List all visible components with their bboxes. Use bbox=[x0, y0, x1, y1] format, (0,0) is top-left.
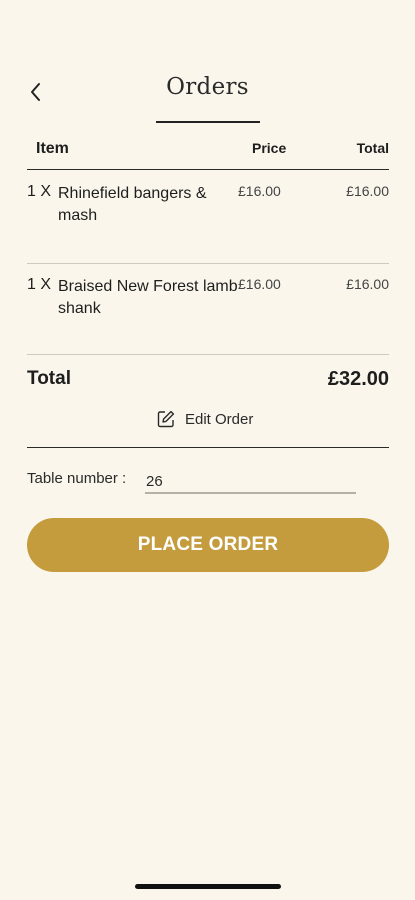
place-order-button[interactable]: PLACE ORDER bbox=[27, 518, 389, 572]
order-row-name: Braised New Forest lamb shank bbox=[58, 278, 238, 317]
order-row-total: £16.00 bbox=[346, 276, 389, 292]
order-row-qty: 1 X bbox=[27, 276, 52, 293]
divider bbox=[27, 263, 389, 264]
edit-order-label: Edit Order bbox=[185, 410, 254, 428]
table-number-input[interactable] bbox=[145, 470, 356, 494]
order-row-price: £16.00 bbox=[238, 276, 281, 292]
divider bbox=[27, 447, 389, 448]
divider bbox=[27, 354, 389, 355]
column-header-item: Item bbox=[36, 140, 69, 157]
total-value: £32.00 bbox=[327, 368, 389, 390]
table-number-label: Table number : bbox=[27, 470, 127, 487]
title-underline bbox=[156, 121, 260, 123]
column-header-total: Total bbox=[356, 140, 389, 156]
edit-icon bbox=[157, 410, 175, 428]
edit-order-button[interactable]: Edit Order bbox=[157, 410, 253, 428]
order-row-total: £16.00 bbox=[346, 183, 389, 199]
page-title: Orders bbox=[166, 74, 249, 100]
header: Orders bbox=[0, 60, 415, 130]
table-header: Item Price Total bbox=[27, 138, 389, 168]
column-header-price: Price bbox=[252, 140, 287, 156]
order-row-qty: 1 X bbox=[27, 183, 52, 200]
order-row-price: £16.00 bbox=[238, 183, 281, 199]
order-row-name: Rhinefield bangers & mash bbox=[58, 185, 207, 224]
divider bbox=[27, 169, 389, 170]
total-label: Total bbox=[27, 368, 71, 389]
home-indicator bbox=[135, 884, 281, 889]
